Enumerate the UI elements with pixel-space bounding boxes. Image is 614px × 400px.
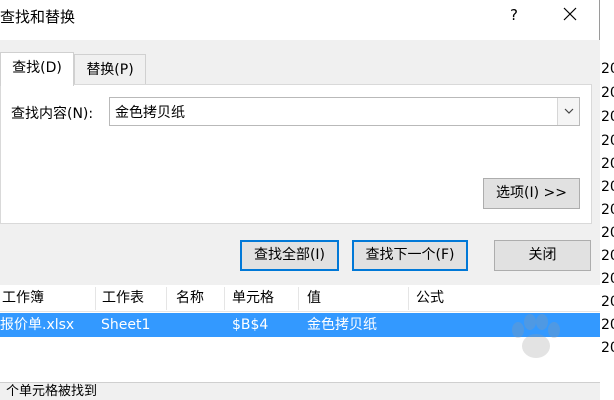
column-header-sheet[interactable]: 工作表 bbox=[100, 285, 144, 312]
column-header-value[interactable]: 值 bbox=[305, 285, 321, 312]
background-cell: 20 bbox=[601, 271, 614, 287]
background-cell: 20 bbox=[601, 61, 614, 77]
background-cell: 20 bbox=[601, 248, 614, 264]
status-text: 个单元格被找到 bbox=[6, 384, 98, 399]
tab-replace[interactable]: 替换(P) bbox=[74, 54, 146, 84]
column-header-formula[interactable]: 公式 bbox=[414, 285, 444, 312]
status-bar: 个单元格被找到 bbox=[0, 382, 600, 400]
background-cell: 20 bbox=[601, 133, 614, 149]
tab-find[interactable]: 查找(D) bbox=[0, 52, 74, 86]
background-cell: 20 bbox=[601, 340, 614, 356]
background-cell: 20 bbox=[601, 156, 614, 172]
find-next-button[interactable]: 查找下一个(F) bbox=[352, 240, 468, 271]
cell-sheet: Sheet1 bbox=[101, 317, 151, 333]
column-header-name[interactable]: 名称 bbox=[174, 285, 204, 312]
dialog-title: 查找和替换 bbox=[0, 8, 76, 26]
background-cell: 20 bbox=[601, 179, 614, 195]
column-divider[interactable] bbox=[298, 287, 299, 310]
column-divider[interactable] bbox=[408, 287, 409, 310]
close-button[interactable]: 关闭 bbox=[494, 240, 591, 271]
background-cell: 20 bbox=[601, 225, 614, 241]
background-cell: 20 bbox=[601, 85, 614, 101]
background-cell: 20 bbox=[601, 202, 614, 218]
chevron-down-icon bbox=[564, 108, 574, 114]
column-divider[interactable] bbox=[95, 287, 96, 310]
help-button[interactable]: ? bbox=[506, 6, 522, 24]
watermark-logo bbox=[512, 314, 560, 358]
find-history-dropdown[interactable] bbox=[557, 98, 579, 125]
background-cell: 20 bbox=[601, 317, 614, 333]
cell-address: $B$4 bbox=[232, 317, 269, 333]
column-header-cell[interactable]: 单元格 bbox=[230, 285, 274, 312]
column-header-workbook[interactable]: 工作簿 bbox=[0, 285, 44, 312]
options-button[interactable]: 选项(I) >> bbox=[483, 178, 580, 209]
find-what-value: 金色拷贝纸 bbox=[115, 105, 185, 121]
column-divider[interactable] bbox=[224, 287, 225, 310]
background-cell: 20 bbox=[601, 109, 614, 125]
find-replace-dialog: 查找和替换 ? 替换(P) 查找(D) 查找内容(N): 金色拷贝纸 选项(I)… bbox=[0, 0, 600, 400]
close-icon[interactable] bbox=[560, 4, 580, 24]
find-all-button[interactable]: 查找全部(I) bbox=[240, 240, 339, 271]
background-cell: 20 bbox=[601, 294, 614, 310]
cell-workbook: 报价单.xlsx bbox=[0, 317, 75, 333]
find-what-label: 查找内容(N): bbox=[11, 106, 94, 122]
column-divider[interactable] bbox=[166, 287, 167, 310]
cell-value: 金色拷贝纸 bbox=[307, 317, 377, 333]
find-what-input[interactable]: 金色拷贝纸 bbox=[109, 97, 580, 126]
